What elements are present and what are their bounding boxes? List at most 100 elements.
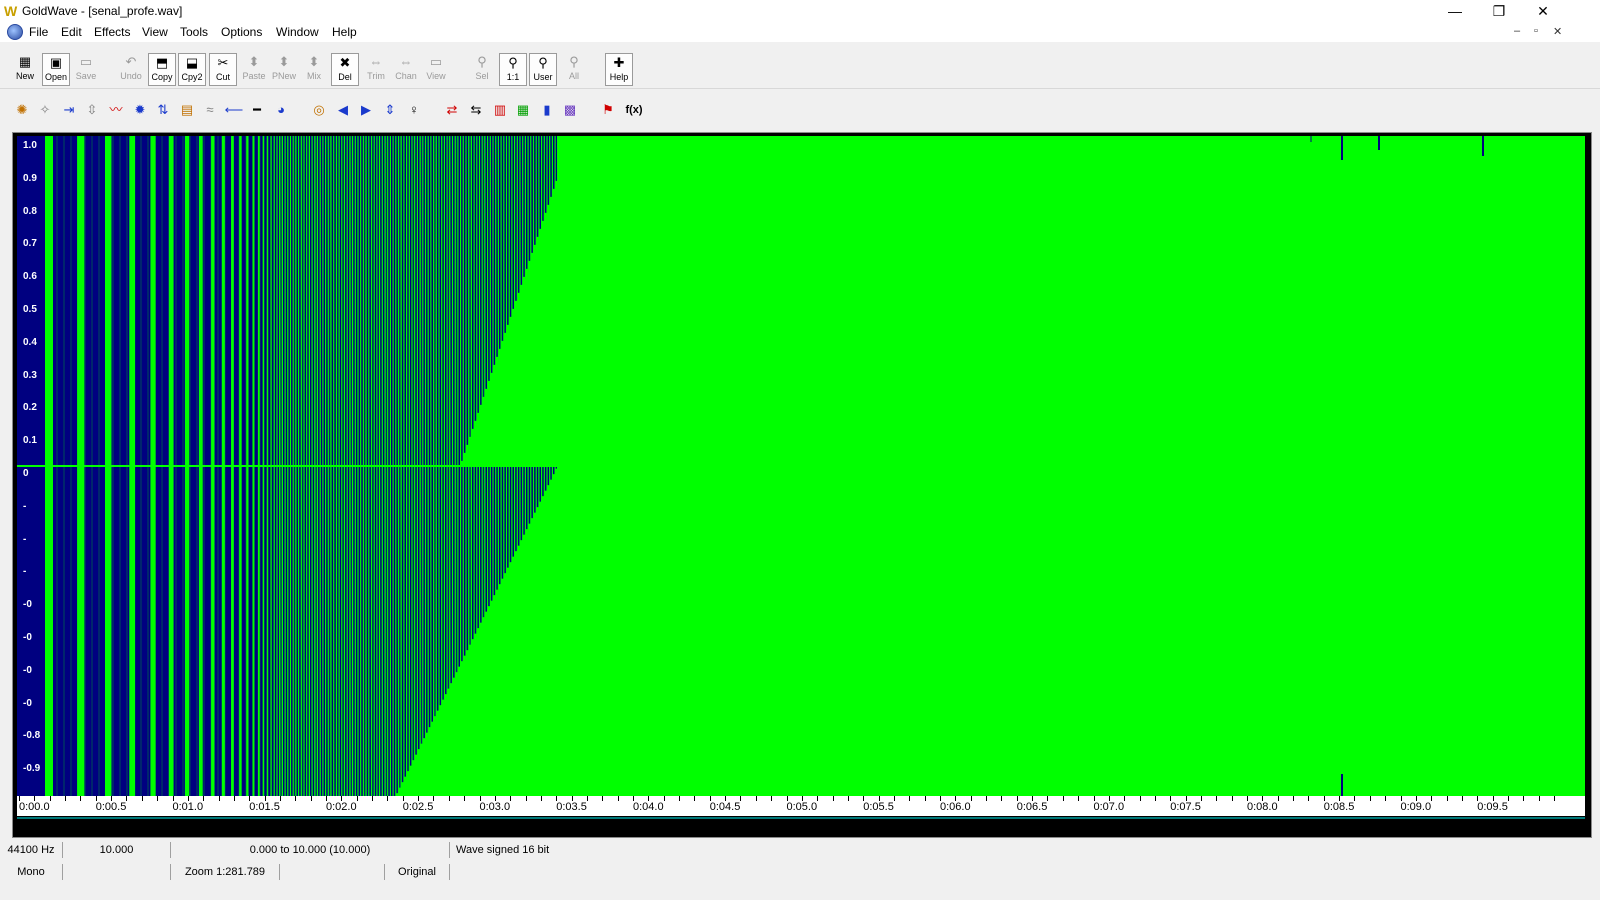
toolbar-cut-button[interactable]: ✂ Cut xyxy=(209,53,237,86)
time-tick xyxy=(218,796,220,801)
effect-tool-icon[interactable]: ⇳ xyxy=(82,100,102,120)
toolbar-new-button[interactable]: ▦ New xyxy=(11,53,39,86)
effect-tool-icon[interactable]: ⟵ xyxy=(224,100,244,120)
y-axis-label: -0 xyxy=(23,632,32,643)
help-icon: ✚ xyxy=(613,55,625,70)
toolbar-cpy2-button[interactable]: ⬓ Cpy2 xyxy=(178,53,206,86)
effect-tool-icon[interactable]: ⇆ xyxy=(466,100,486,120)
sound-editor[interactable]: 1.0 0.9 0.8 0.7 0.6 0.5 0.4 0.3 0.2 0.1 0 - - - -0 -0 -0… xyxy=(12,132,1592,838)
time-tick xyxy=(1154,796,1156,801)
effect-tool-icon[interactable]: ▥ xyxy=(490,100,510,120)
menu-edit[interactable]: Edit xyxy=(61,25,82,39)
toolbar-paste-button[interactable]: ⬍ Paste xyxy=(240,53,268,86)
time-tick xyxy=(1200,796,1202,801)
effect-tool-icon[interactable]: ⚑ xyxy=(598,100,618,120)
effect-tool-icon[interactable]: ✹ xyxy=(130,100,150,120)
y-axis-label: - xyxy=(23,566,27,578)
toolbar-user-button[interactable]: ⚲ User xyxy=(529,53,557,86)
effect-tool-icon[interactable]: ▦ xyxy=(513,100,533,120)
time-tick xyxy=(1047,796,1049,801)
toolbar-del-button[interactable]: ✖ Del xyxy=(331,53,359,86)
time-tick xyxy=(1062,796,1064,801)
time-tick xyxy=(679,796,681,801)
menu-options[interactable]: Options xyxy=(221,25,262,39)
copy-icon: ⬒ xyxy=(155,55,169,70)
effect-tool-icon[interactable]: ≈ xyxy=(200,100,220,120)
effect-tool-icon[interactable]: ▩ xyxy=(560,100,580,120)
menu-tools[interactable]: Tools xyxy=(180,25,208,39)
toolbar-mix-button[interactable]: ⬍ Mix xyxy=(300,53,328,86)
toolbar-view-button[interactable]: ▭ View xyxy=(422,53,450,86)
view-mode: Original xyxy=(385,864,450,880)
waveform-view[interactable]: 1.0 0.9 0.8 0.7 0.6 0.5 0.4 0.3 0.2 0.1 0 - - - -0 -0 -0… xyxy=(17,136,1585,796)
time-tick xyxy=(1507,796,1509,801)
effect-tool-icon[interactable]: ▮ xyxy=(537,100,557,120)
y-axis-label: -0 xyxy=(23,664,32,676)
time-tick xyxy=(464,796,466,801)
toolbar-all-button[interactable]: ⚲ All xyxy=(560,53,588,86)
effect-tool-icon[interactable]: ▶ xyxy=(356,100,376,120)
effect-tool-icon[interactable]: ◕ xyxy=(271,100,291,120)
toolbar-undo-button[interactable]: ↶ Undo xyxy=(117,53,145,86)
mdi-close-button[interactable]: ✕ xyxy=(1553,25,1562,38)
effect-tool-icon[interactable]: ♀ xyxy=(404,100,424,120)
minimize-button[interactable]: — xyxy=(1432,0,1478,22)
y-axis-label: - xyxy=(23,500,27,512)
time-tick xyxy=(525,796,527,801)
effect-tool-icon[interactable]: ⇄ xyxy=(442,100,462,120)
toolbar-save-button[interactable]: ▭ Save xyxy=(72,53,100,86)
mdi-minimize-button[interactable]: – xyxy=(1514,25,1520,37)
horizontal-scrollbar[interactable] xyxy=(17,817,1585,833)
mdi-restore-button[interactable]: ▫ xyxy=(1534,25,1538,37)
toolbar-button-label: User xyxy=(533,72,553,82)
toolbar-open-button[interactable]: ▣ Open xyxy=(42,53,70,86)
menu-help[interactable]: Help xyxy=(332,25,357,39)
toolbar-button-label: Help xyxy=(609,72,629,82)
time-label: 0:03.0 xyxy=(479,801,511,813)
effect-tool-icon[interactable]: ◎ xyxy=(309,100,329,120)
time-label: 0:06.0 xyxy=(940,801,971,813)
restore-button[interactable]: ❐ xyxy=(1476,0,1522,22)
effect-tool-icon[interactable]: f(x) xyxy=(622,100,646,120)
menu-view[interactable]: View xyxy=(142,25,168,39)
effect-tool-icon[interactable]: ━ xyxy=(247,100,267,120)
toolbar-help-button[interactable]: ✚ Help xyxy=(605,53,633,86)
y-axis-label: 0.6 xyxy=(23,271,37,283)
toolbar-trim-button[interactable]: ⇔ Trim xyxy=(362,53,390,86)
toolbar-copy-button[interactable]: ⬒ Copy xyxy=(148,53,176,86)
y-axis-label: - xyxy=(23,533,27,545)
effect-tool-icon[interactable]: 〰 xyxy=(106,100,126,120)
time-tick xyxy=(1216,796,1218,801)
toolbar-sel-button[interactable]: ⚲ Sel xyxy=(468,53,496,86)
toolbar-pnew-button[interactable]: ⬍ PNew xyxy=(270,53,298,86)
menu-window[interactable]: Window xyxy=(276,25,319,39)
y-axis-label: -0 xyxy=(23,697,32,709)
y-axis-label: 0.2 xyxy=(23,402,37,414)
status-blank xyxy=(63,864,171,880)
system-menu-icon[interactable] xyxy=(7,24,23,40)
effect-tool-icon[interactable]: ▤ xyxy=(177,100,197,120)
time-tick xyxy=(433,796,435,801)
effect-tool-icon[interactable]: ⇕ xyxy=(380,100,400,120)
right-spikes xyxy=(1310,136,1484,796)
y-axis-label: 0.3 xyxy=(23,369,37,381)
time-tick xyxy=(1277,796,1279,801)
effect-tool-icon[interactable]: ⇅ xyxy=(153,100,173,120)
toolbar-chan-button[interactable]: ⇔ Chan xyxy=(392,53,420,86)
effect-tool-icon[interactable]: ✺ xyxy=(12,100,32,120)
toolbar-button-label: Chan xyxy=(395,71,417,81)
sample-rate: 44100 Hz xyxy=(0,842,63,858)
time-tick xyxy=(540,796,542,801)
menu-file[interactable]: File xyxy=(29,25,48,39)
time-ruler[interactable]: 0:00.0 0:00.5 0:01.0 0:01.5 0:02.0 0:02.5 0:03… xyxy=(17,796,1585,816)
effect-tool-icon[interactable]: ✧ xyxy=(35,100,55,120)
time-tick xyxy=(1308,796,1310,801)
time-label: 0:00.5 xyxy=(95,801,127,813)
effect-tool-icon[interactable]: ◀ xyxy=(333,100,353,120)
time-tick xyxy=(356,796,358,801)
effect-tool-icon[interactable]: ⇥ xyxy=(59,100,79,120)
toolbar-11-button[interactable]: ⚲ 1:1 xyxy=(499,53,527,86)
title-bar: W GoldWave - [senal_profe.wav] — ❐ ✕ xyxy=(0,0,1600,22)
menu-effects[interactable]: Effects xyxy=(94,25,130,39)
close-button[interactable]: ✕ xyxy=(1520,0,1566,22)
